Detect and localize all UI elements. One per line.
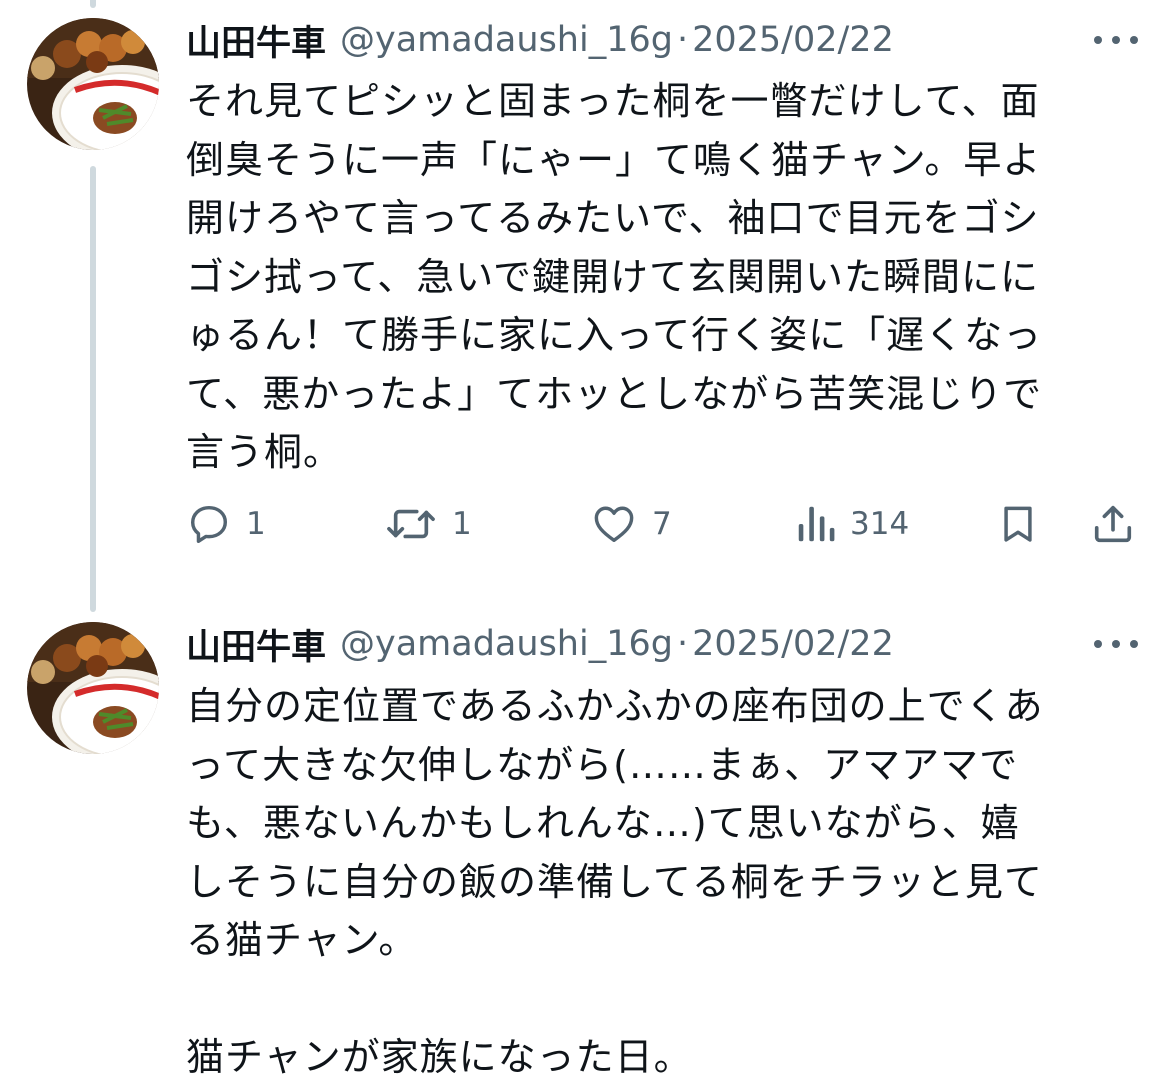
like-icon xyxy=(594,506,634,543)
avatar-food-photo xyxy=(27,18,159,150)
more-icon[interactable] xyxy=(1094,30,1138,50)
views-icon xyxy=(798,506,835,542)
tweet-date[interactable]: 2025/02/22 xyxy=(692,624,894,664)
separator-dot: · xyxy=(676,624,689,664)
thread-line-top xyxy=(90,0,96,8)
reply-button[interactable]: 1 xyxy=(186,496,266,552)
repost-icon xyxy=(387,509,435,539)
avatar[interactable] xyxy=(27,18,159,150)
reply-icon xyxy=(190,505,228,543)
like-count: 7 xyxy=(652,506,672,542)
bookmark-button[interactable] xyxy=(996,496,1040,552)
share-icon xyxy=(1094,505,1132,543)
share-button[interactable] xyxy=(1090,496,1136,552)
user-handle[interactable]: @yamadaushi_16g xyxy=(340,20,673,60)
tweet-header: 山田牛車 @yamadaushi_16g · 2025/02/22 xyxy=(186,616,894,672)
tweet-text: 自分の定位置であるふかふかの座布団の上でくあ って大きな欠伸しながら(……まぁ、… xyxy=(186,684,1044,1079)
user-handle[interactable]: @yamadaushi_16g xyxy=(340,624,673,664)
avatar-food-photo xyxy=(27,622,159,754)
like-button[interactable]: 7 xyxy=(590,496,672,552)
tweet-date[interactable]: 2025/02/22 xyxy=(692,20,894,60)
repost-button[interactable]: 1 xyxy=(384,496,472,552)
tweet-header: 山田牛車 @yamadaushi_16g · 2025/02/22 xyxy=(186,12,894,68)
views-button[interactable]: 314 xyxy=(796,496,909,552)
tweet-text: それ見てピシッと固まった桐を一瞥だけして、面 倒臭そうに一声「にゃー」て鳴く猫チ… xyxy=(186,79,1043,474)
more-icon[interactable] xyxy=(1094,634,1138,654)
display-name[interactable]: 山田牛車 xyxy=(186,619,326,670)
thread-line xyxy=(90,166,96,612)
display-name[interactable]: 山田牛車 xyxy=(186,15,326,66)
avatar[interactable] xyxy=(27,622,159,754)
reply-count: 1 xyxy=(246,506,266,542)
tweet-actions: 1 1 7 314 xyxy=(186,496,1138,552)
separator-dot: · xyxy=(676,20,689,60)
view-count: 314 xyxy=(850,506,910,542)
repost-count: 1 xyxy=(452,506,472,542)
bookmark-icon xyxy=(1004,506,1032,542)
